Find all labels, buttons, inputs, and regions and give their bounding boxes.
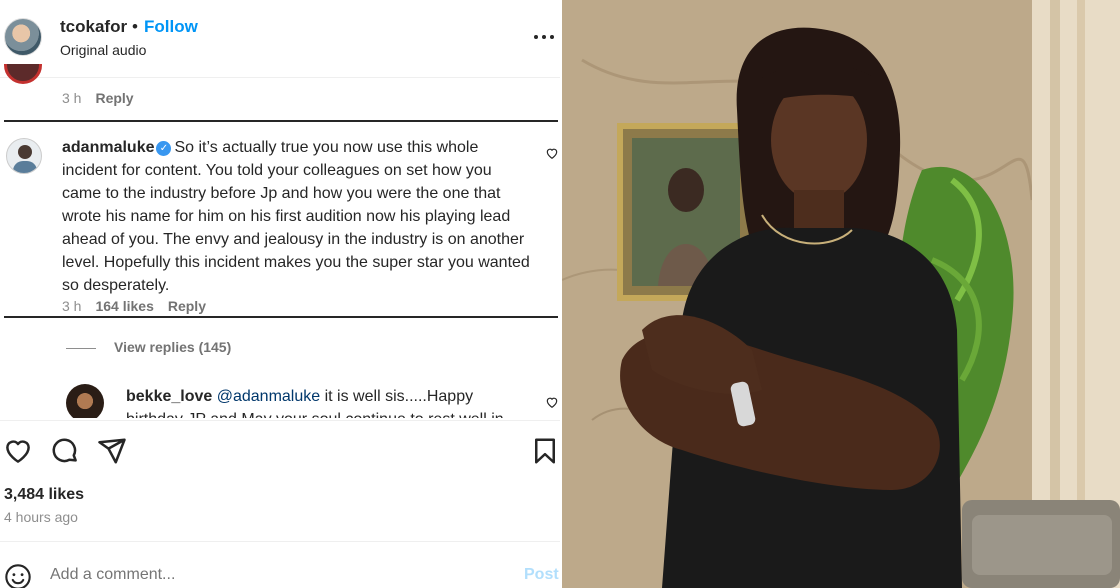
- commenter-username[interactable]: adanmaluke: [62, 139, 154, 156]
- author-avatar[interactable]: [4, 18, 42, 56]
- comment-body: adanmaluke ✓ So it’s actually true you now…: [62, 136, 532, 297]
- comment-bubble-icon[interactable]: [50, 436, 80, 466]
- more-options-icon[interactable]: [531, 26, 557, 46]
- reply-button[interactable]: Reply: [168, 298, 206, 314]
- like-reply-heart-icon[interactable]: [545, 395, 559, 409]
- comment-text: So it’s actually true you now use this w…: [62, 139, 530, 294]
- comment-time: 3 h: [62, 298, 82, 314]
- comment-time: 3 h: [62, 90, 82, 106]
- post-likes-count[interactable]: 3,484 likes: [4, 486, 84, 504]
- reply-mention[interactable]: @adanmaluke: [217, 388, 320, 405]
- previous-commenter-avatar[interactable]: [4, 64, 42, 98]
- verified-badge-icon: ✓: [156, 141, 172, 156]
- reply-button[interactable]: Reply: [95, 90, 133, 106]
- post-header: tcokafor • Follow Original audio: [0, 0, 560, 78]
- instagram-post-panel: tcokafor • Follow Original audio 3 h Repl…: [0, 0, 560, 588]
- save-bookmark-icon[interactable]: [530, 436, 560, 466]
- portrait-photo-image: [562, 0, 1120, 588]
- comment-composer: Post: [0, 541, 560, 588]
- emoji-icon[interactable]: [4, 563, 32, 588]
- like-heart-icon[interactable]: [3, 436, 33, 466]
- audio-label[interactable]: Original audio: [60, 42, 146, 58]
- previous-comment-meta: 3 h Reply: [62, 90, 148, 106]
- post-comment-button[interactable]: Post: [524, 566, 559, 584]
- view-replies-label: View replies (145): [114, 339, 232, 355]
- comment-meta: 3 h 164 likes Reply: [62, 298, 220, 314]
- follow-button[interactable]: Follow: [144, 17, 198, 37]
- commenter-avatar[interactable]: [6, 138, 42, 174]
- like-comment-heart-icon[interactable]: [545, 146, 559, 160]
- comment-input[interactable]: [50, 566, 490, 584]
- action-bar: [0, 420, 560, 480]
- share-paper-plane-icon[interactable]: [97, 436, 127, 466]
- post-timestamp[interactable]: 4 hours ago: [4, 509, 78, 525]
- comment-likes[interactable]: 164 likes: [95, 298, 153, 314]
- replies-line: [66, 347, 96, 349]
- author-username[interactable]: tcokafor: [60, 17, 127, 37]
- divider: [4, 316, 558, 318]
- reply-clip: bekke_love @adanmaluke it is well sis...…: [0, 370, 560, 418]
- divider: [4, 120, 558, 122]
- separator-dot: •: [132, 17, 138, 36]
- reply-avatar[interactable]: [66, 384, 104, 418]
- reply-username[interactable]: bekke_love: [126, 388, 212, 405]
- post-photo[interactable]: [562, 0, 1120, 588]
- view-replies-button[interactable]: View replies (145): [66, 339, 231, 355]
- reply-body: bekke_love @adanmaluke it is well sis...…: [126, 385, 530, 418]
